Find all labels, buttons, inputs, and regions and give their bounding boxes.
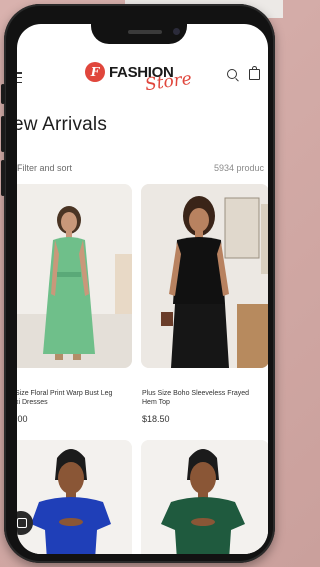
side-button xyxy=(1,84,5,104)
speaker-grille xyxy=(128,30,162,34)
product-price: $18.50 xyxy=(142,414,170,424)
product-name[interactable]: Plus Size Boho Sleeveless Frayed xyxy=(142,389,249,398)
volume-button xyxy=(1,160,5,196)
search-icon[interactable] xyxy=(227,69,237,79)
product-photo-green-top xyxy=(141,440,268,554)
product-name[interactable]: Hem Top xyxy=(142,398,170,407)
product-image[interactable] xyxy=(17,184,132,368)
product-photo-green-dress xyxy=(17,184,132,368)
menu-icon[interactable] xyxy=(17,72,22,83)
product-image[interactable] xyxy=(141,184,268,368)
product-image[interactable] xyxy=(141,440,268,554)
product-photo-blue-top xyxy=(17,440,132,554)
product-name[interactable]: xi Dresses xyxy=(17,398,48,407)
logo-mark[interactable]: F xyxy=(85,62,105,82)
page-title: ew Arrivals xyxy=(17,114,108,135)
product-count: 5934 produc xyxy=(214,163,265,173)
cart-icon[interactable] xyxy=(249,66,260,80)
phone-screen: F FASHION Store ew Arrivals Filter and s… xyxy=(17,24,268,554)
product-price: .00 xyxy=(17,414,28,424)
front-camera xyxy=(173,28,180,35)
product-image[interactable] xyxy=(17,440,132,554)
product-name[interactable]: Size Floral Print Warp Bust Leg xyxy=(17,389,112,398)
filter-and-sort-button[interactable]: Filter and sort xyxy=(17,163,72,173)
volume-button xyxy=(1,116,5,152)
product-photo-black-top xyxy=(141,184,268,368)
